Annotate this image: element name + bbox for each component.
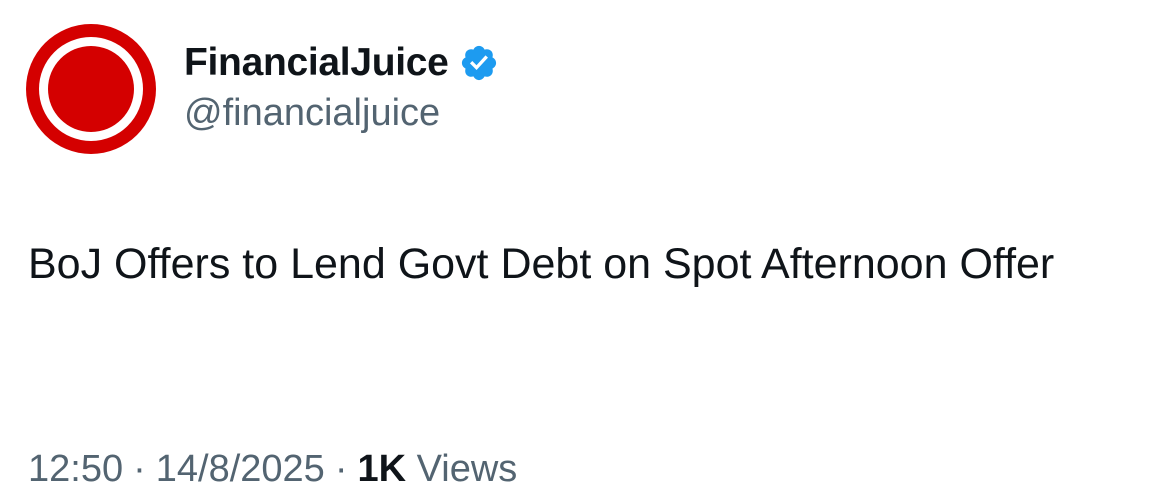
verified-badge-icon[interactable]: [459, 43, 499, 83]
tweet-meta: 12:50 · 14/8/2025 · 1K Views: [28, 444, 517, 494]
display-name[interactable]: FinancialJuice: [184, 40, 449, 86]
avatar[interactable]: [26, 24, 156, 154]
tweet-card: FinancialJuice @financialjuice BoJ Offer…: [0, 0, 1169, 503]
tweet-time[interactable]: 12:50: [28, 448, 123, 490]
tweet-header: FinancialJuice @financialjuice: [26, 24, 499, 156]
author-handle[interactable]: @financialjuice: [184, 90, 499, 136]
meta-separator: ·: [334, 448, 348, 490]
views-count[interactable]: 1K: [357, 448, 406, 490]
meta-separator: ·: [133, 448, 146, 490]
tweet-text: BoJ Offers to Lend Govt Debt on Spot Aft…: [28, 240, 1055, 288]
views-label: Views: [416, 448, 518, 490]
name-row: FinancialJuice: [184, 40, 499, 86]
author-identity: FinancialJuice @financialjuice: [184, 40, 499, 136]
tweet-date[interactable]: 14/8/2025: [156, 448, 325, 490]
